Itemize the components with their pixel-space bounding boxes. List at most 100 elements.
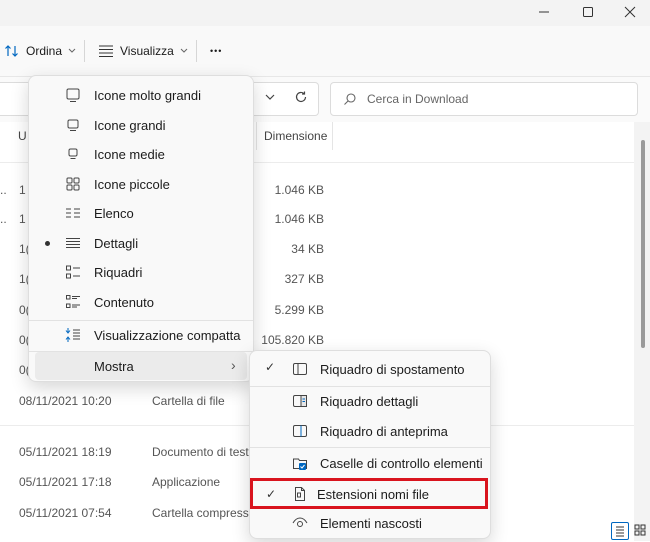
monitor-icon bbox=[67, 119, 79, 131]
menu-item-label: Visualizzazione compatta bbox=[94, 328, 241, 343]
row-type: Cartella di file bbox=[152, 394, 225, 408]
menu-item-label: Icone medie bbox=[94, 147, 165, 162]
monitor-small-icon bbox=[68, 148, 78, 159]
menu-item-label: Elenco bbox=[94, 206, 134, 221]
menu-item-list[interactable]: Elenco bbox=[35, 199, 247, 227]
search-box[interactable]: Cerca in Download bbox=[330, 82, 638, 116]
sort-icon bbox=[5, 45, 18, 57]
column-divider bbox=[256, 122, 257, 150]
menu-item-tiles[interactable]: Riquadri bbox=[35, 258, 247, 286]
maximize-icon bbox=[583, 7, 593, 17]
chevron-right-icon: › bbox=[231, 357, 236, 373]
menu-item-extra-large-icons[interactable]: Icone molto grandi bbox=[35, 81, 247, 109]
menu-item-preview-pane[interactable]: Riquadro di anteprima bbox=[256, 417, 484, 445]
compact-icon bbox=[65, 328, 80, 342]
menu-item-label: Icone molto grandi bbox=[94, 88, 201, 103]
search-placeholder: Cerca in Download bbox=[367, 92, 469, 106]
chevron-down-icon bbox=[68, 48, 76, 53]
menu-item-details[interactable]: Dettagli bbox=[35, 229, 247, 257]
tiles-view-toggle[interactable] bbox=[632, 522, 648, 538]
row-date: 1 bbox=[19, 212, 26, 226]
preview-pane-icon bbox=[293, 425, 307, 437]
menu-item-label: Riquadro dettagli bbox=[320, 394, 419, 409]
menu-item-large-icons[interactable]: Icone grandi bbox=[35, 111, 247, 139]
row-lead: .. bbox=[0, 212, 7, 226]
refresh-icon bbox=[295, 91, 307, 103]
row-type: Documento di testo bbox=[152, 445, 256, 459]
menu-item-label: Contenuto bbox=[94, 295, 154, 310]
menu-item-label: Riquadro di spostamento bbox=[320, 362, 465, 377]
row-lead: .. bbox=[0, 183, 7, 197]
view-menu: Icone molto grandi Icone grandi Icone me… bbox=[28, 75, 254, 382]
menu-item-show[interactable]: Mostra › bbox=[35, 352, 247, 380]
row-date: 05/11/2021 17:18 bbox=[19, 475, 112, 489]
menu-item-details-pane[interactable]: Riquadro dettagli bbox=[256, 387, 484, 415]
menu-item-compact-view[interactable]: Visualizzazione compatta bbox=[35, 321, 247, 349]
minimize-icon bbox=[539, 11, 549, 13]
toolbar-divider bbox=[196, 40, 197, 62]
address-history-button[interactable] bbox=[264, 91, 276, 106]
row-type: Cartella compressa bbox=[152, 506, 256, 520]
menu-item-label: Caselle di controllo elementi bbox=[320, 456, 483, 471]
row-date: 08/11/2021 10:20 bbox=[19, 394, 112, 408]
menu-separator bbox=[250, 447, 490, 448]
column-divider bbox=[332, 122, 333, 150]
more-options-button[interactable]: ••• bbox=[210, 36, 222, 66]
menu-item-label: Riquadri bbox=[94, 265, 143, 280]
list-icon bbox=[66, 208, 80, 218]
menu-item-small-icons[interactable]: Icone piccole bbox=[35, 170, 247, 198]
menu-item-content[interactable]: Contenuto bbox=[35, 288, 247, 316]
menu-item-file-extensions[interactable]: ✓ Estensioni nomi file bbox=[250, 478, 488, 509]
eye-icon bbox=[292, 517, 308, 527]
chevron-down-icon bbox=[180, 48, 188, 53]
minimize-button[interactable] bbox=[524, 0, 564, 24]
more-icon: ••• bbox=[210, 46, 223, 56]
sort-button[interactable]: Ordina bbox=[4, 36, 76, 66]
menu-item-label: Dettagli bbox=[94, 236, 139, 251]
check-icon: ✓ bbox=[266, 487, 277, 501]
sort-label: Ordina bbox=[26, 44, 63, 58]
menu-item-label: Icone grandi bbox=[94, 118, 166, 133]
menu-item-navigation-pane[interactable]: ✓ Riquadro di spostamento bbox=[256, 355, 484, 383]
show-submenu: ✓ Riquadro di spostamento Riquadro detta… bbox=[249, 350, 491, 539]
menu-item-hidden-items[interactable]: Elementi nascosti bbox=[256, 509, 484, 537]
menu-item-label: Mostra bbox=[94, 359, 134, 374]
menu-item-label: Elementi nascosti bbox=[320, 516, 422, 531]
view-icon bbox=[99, 45, 113, 58]
chevron-down-icon bbox=[265, 94, 275, 100]
menu-item-item-checkboxes[interactable]: Caselle di controllo elementi bbox=[256, 449, 484, 477]
scrollbar-thumb[interactable] bbox=[641, 140, 645, 348]
item-checkbox-icon bbox=[293, 458, 307, 470]
navigation-pane-icon bbox=[293, 363, 307, 375]
menu-item-label: Icone piccole bbox=[94, 177, 170, 192]
menu-item-label: Riquadro di anteprima bbox=[320, 424, 448, 439]
row-type: Applicazione bbox=[152, 475, 221, 489]
toolbar-divider bbox=[84, 40, 85, 62]
tiles-icon bbox=[634, 524, 646, 536]
refresh-button[interactable] bbox=[294, 90, 308, 107]
selected-bullet-icon bbox=[45, 241, 50, 246]
check-icon: ✓ bbox=[265, 360, 276, 374]
view-button[interactable]: Visualizza bbox=[98, 36, 188, 66]
search-icon bbox=[344, 93, 356, 105]
details-icon bbox=[66, 238, 80, 248]
close-icon bbox=[624, 6, 636, 18]
view-label: Visualizza bbox=[120, 44, 174, 58]
column-header-partial[interactable]: U bbox=[18, 129, 27, 149]
row-date: 1 bbox=[19, 183, 26, 197]
row-date: 05/11/2021 07:54 bbox=[19, 506, 112, 520]
tiles-icon bbox=[66, 265, 80, 279]
maximize-button[interactable] bbox=[568, 0, 608, 24]
details-view-toggle[interactable] bbox=[611, 522, 629, 540]
menu-item-medium-icons[interactable]: Icone medie bbox=[35, 140, 247, 168]
content-icon bbox=[66, 295, 80, 308]
menu-item-label: Estensioni nomi file bbox=[317, 487, 429, 502]
details-icon bbox=[616, 526, 624, 537]
details-pane-icon bbox=[293, 395, 307, 407]
grid-icon bbox=[66, 177, 80, 191]
file-extension-icon bbox=[295, 487, 305, 501]
monitor-large-icon bbox=[66, 88, 80, 102]
column-header-size[interactable]: Dimensione bbox=[264, 129, 327, 149]
close-button[interactable] bbox=[610, 0, 650, 24]
row-date: 05/11/2021 18:19 bbox=[19, 445, 112, 459]
